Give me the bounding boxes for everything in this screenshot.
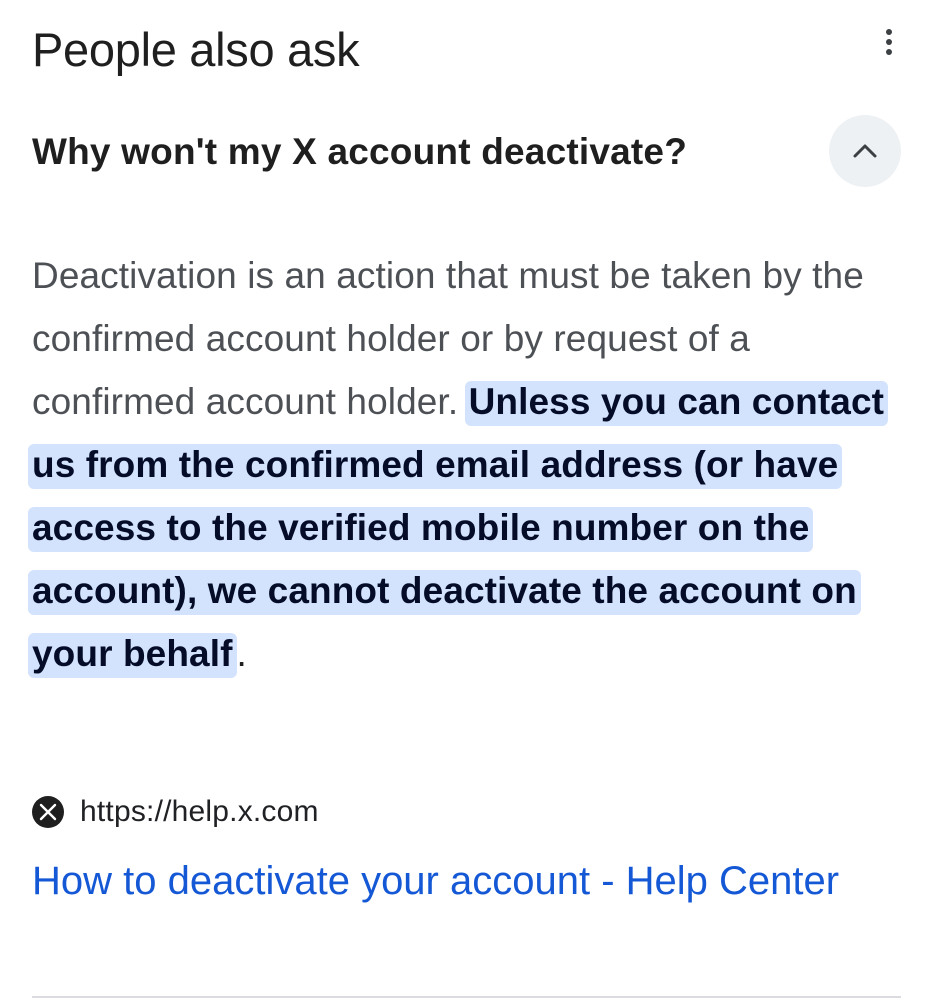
chevron-up-icon: [853, 144, 877, 158]
source-url: https://help.x.com: [80, 795, 319, 828]
source-row[interactable]: https://help.x.com: [32, 790, 319, 834]
answer-highlight: Unless you can contact us from the confi…: [28, 381, 889, 678]
divider: [32, 996, 901, 998]
more-vert-icon: [886, 29, 892, 55]
answer-text: Deactivation is an action that must be t…: [28, 244, 908, 685]
answer-trailing: .: [236, 633, 247, 674]
result-title-link[interactable]: How to deactivate your account - Help Ce…: [32, 848, 892, 914]
question-row[interactable]: Why won't my X account deactivate?: [32, 112, 901, 192]
people-also-ask-header: People also ask: [32, 18, 901, 82]
question-text: Why won't my X account deactivate?: [32, 131, 688, 172]
x-logo-icon: [32, 796, 64, 828]
section-title: People also ask: [32, 23, 360, 76]
more-options-button[interactable]: [877, 22, 901, 62]
collapse-button[interactable]: [829, 115, 901, 187]
